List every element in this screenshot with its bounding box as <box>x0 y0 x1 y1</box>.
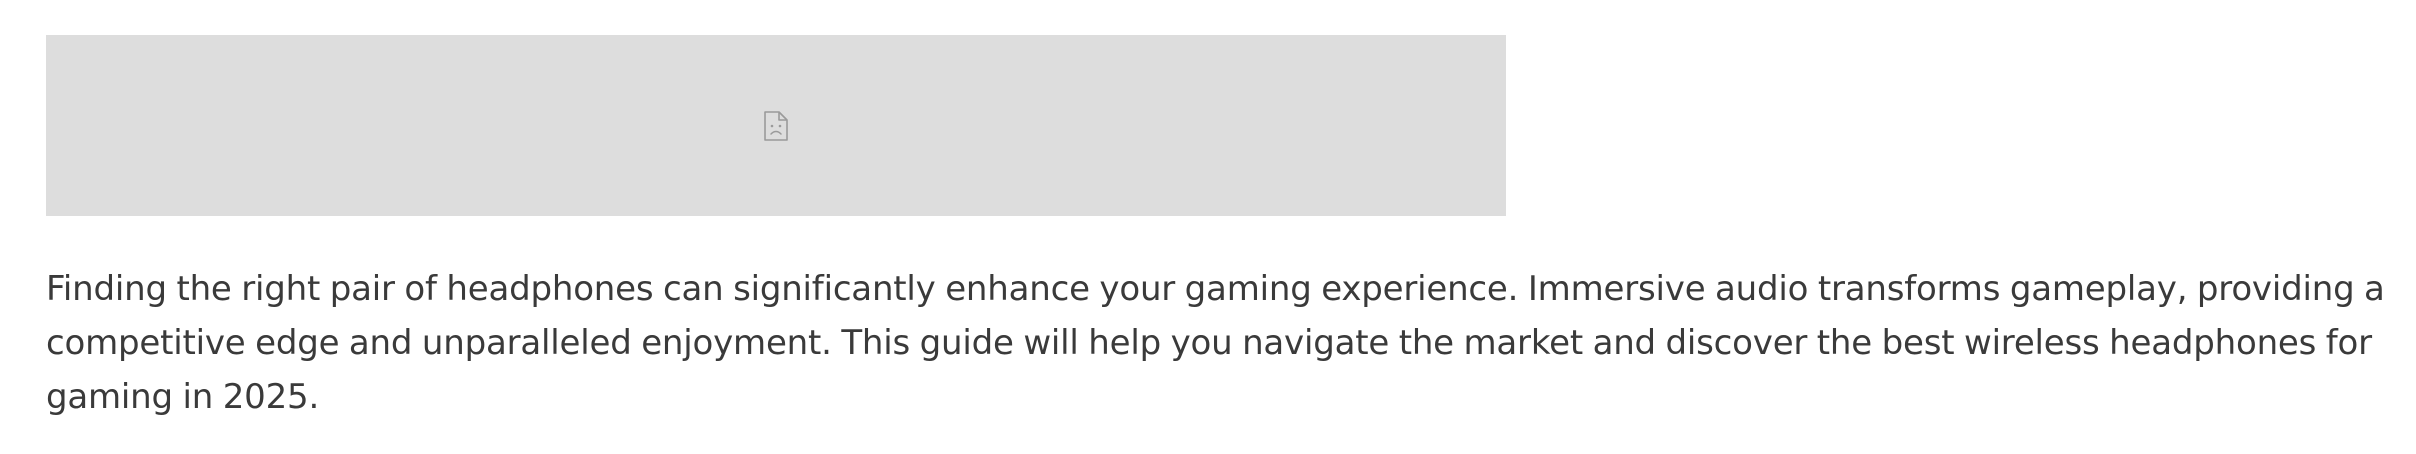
intro-paragraph: Finding the right pair of headphones can… <box>46 269 2385 417</box>
article-hero-image <box>46 35 1506 216</box>
broken-image-icon <box>764 110 788 141</box>
article-content: Finding the right pair of headphones can… <box>46 35 2386 424</box>
